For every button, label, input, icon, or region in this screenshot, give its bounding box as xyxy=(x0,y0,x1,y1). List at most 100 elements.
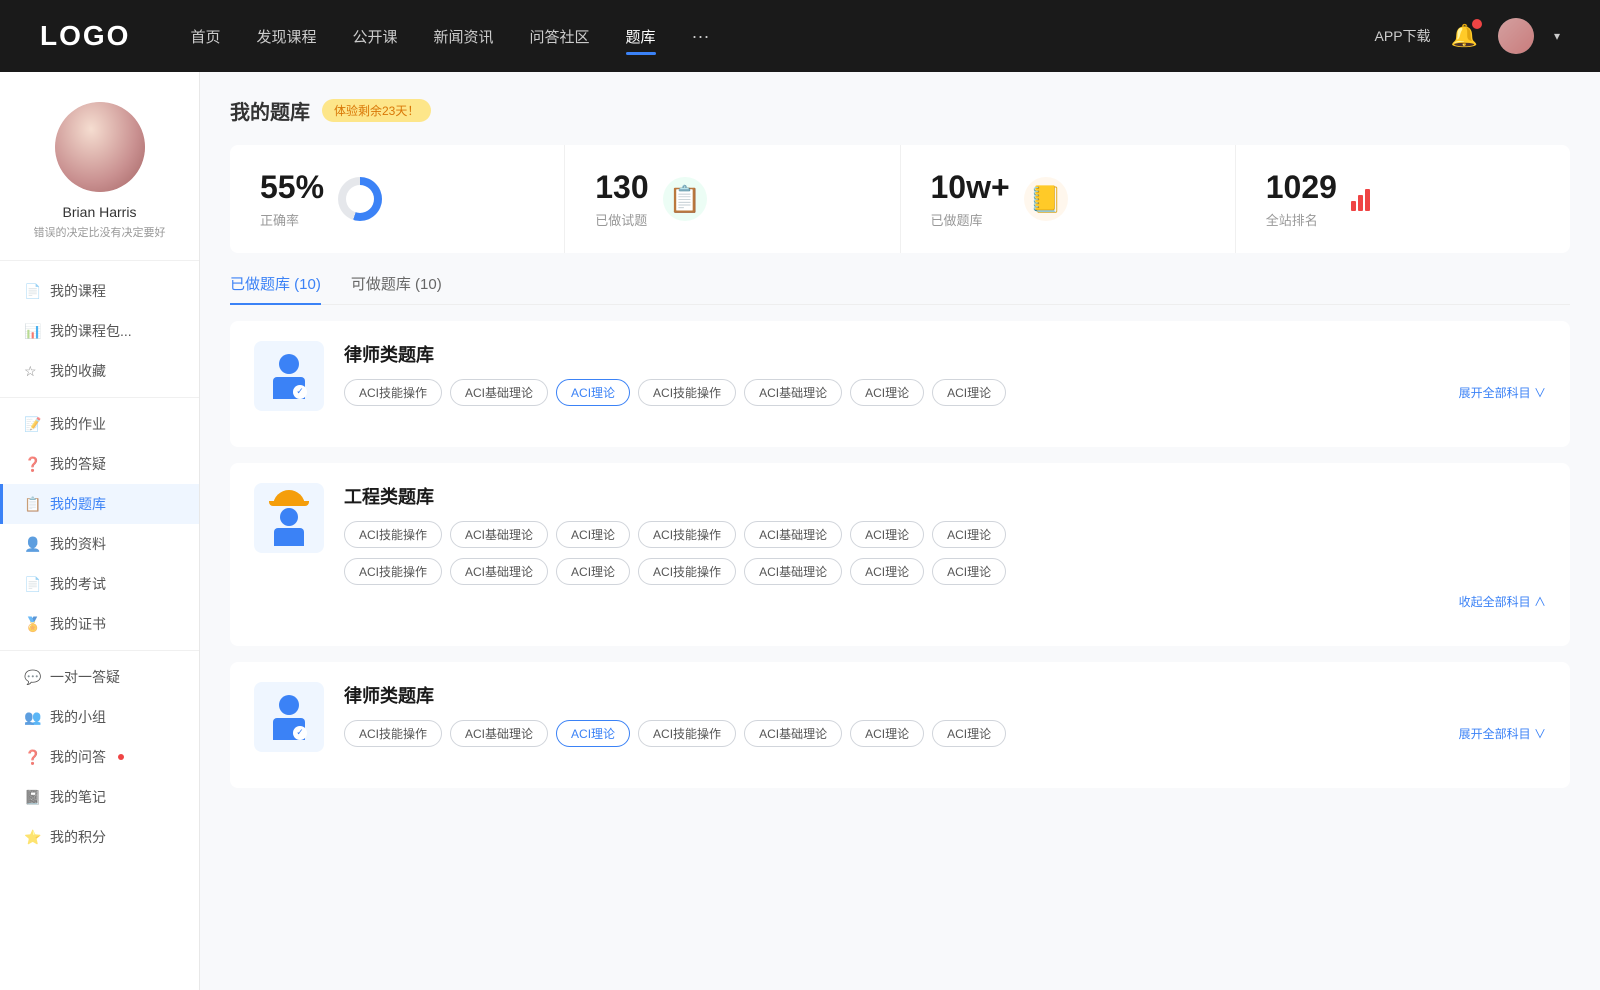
tag-item[interactable]: ACI技能操作 xyxy=(344,720,442,747)
groups-icon: 👥 xyxy=(24,709,40,726)
nav-question-bank[interactable]: 题库 xyxy=(626,22,656,51)
avatar-dropdown-arrow[interactable]: ▾ xyxy=(1554,29,1560,43)
sidebar-item-label: 我的收藏 xyxy=(50,361,106,381)
tag-item[interactable]: ACI技能操作 xyxy=(638,521,736,548)
avatar-image xyxy=(55,102,145,192)
tag-item[interactable]: ACI技能操作 xyxy=(638,720,736,747)
stat-accuracy: 55% 正确率 xyxy=(230,145,565,253)
homework-icon: 📝 xyxy=(24,416,40,433)
bar-3 xyxy=(1365,189,1370,211)
avatar[interactable] xyxy=(1498,18,1534,54)
tag-item[interactable]: ACI技能操作 xyxy=(344,521,442,548)
bar-2 xyxy=(1358,195,1363,211)
sidebar-item-label: 我的课程包... xyxy=(50,321,132,341)
lawyer-icon: ✓ xyxy=(273,354,305,399)
bank-icon-wrap-engineer xyxy=(254,483,324,553)
tags-row-1: ACI技能操作 ACI基础理论 ACI理论 ACI技能操作 ACI基础理论 AC… xyxy=(344,379,1546,406)
engineer-head xyxy=(280,508,298,526)
profile-name: Brian Harris xyxy=(63,204,137,220)
tag-item[interactable]: ACI基础理论 xyxy=(744,720,842,747)
app-download-button[interactable]: APP下载 xyxy=(1375,26,1431,46)
stat-text-banks: 10w+ 已做题库 xyxy=(931,169,1010,229)
profile-avatar[interactable] xyxy=(55,102,145,192)
trial-badge: 体验剩余23天！ xyxy=(322,99,431,122)
page-header: 我的题库 体验剩余23天！ xyxy=(230,96,1570,125)
tag-item[interactable]: ACI基础理论 xyxy=(450,379,548,406)
logo: LOGO xyxy=(40,20,130,52)
collapse-link[interactable]: 收起全部科目 ∧ xyxy=(344,593,1546,610)
nav-discover[interactable]: 发现课程 xyxy=(256,22,316,51)
tag-item[interactable]: ACI理论 xyxy=(932,379,1006,406)
bank-title: 工程类题库 xyxy=(344,483,1546,509)
lawyer-head xyxy=(279,354,299,374)
notification-bell[interactable]: 🔔 xyxy=(1451,23,1478,49)
tag-item[interactable]: ACI技能操作 xyxy=(344,558,442,585)
nav-more[interactable]: ··· xyxy=(692,22,710,51)
sidebar-item-certificates[interactable]: 🏅 我的证书 xyxy=(0,604,199,644)
tag-item[interactable]: ACI理论 xyxy=(932,521,1006,548)
nav-open-course[interactable]: 公开课 xyxy=(352,22,397,51)
tag-item[interactable]: ACI理论 xyxy=(556,521,630,548)
tag-item[interactable]: ACI理论 xyxy=(850,558,924,585)
courses-icon: 📄 xyxy=(24,283,40,300)
avatar-image xyxy=(1498,18,1534,54)
sidebar-item-question-bank[interactable]: 📋 我的题库 xyxy=(0,484,199,524)
notes-icon: 📓 xyxy=(24,789,40,806)
tag-item[interactable]: ACI基础理论 xyxy=(450,720,548,747)
sidebar-item-questions[interactable]: ❓ 我的问答 xyxy=(0,737,199,777)
sidebar-item-label: 一对一答疑 xyxy=(50,667,120,687)
sidebar-item-homework[interactable]: 📝 我的作业 xyxy=(0,404,199,444)
tag-item[interactable]: ACI理论 xyxy=(932,558,1006,585)
nav-news[interactable]: 新闻资讯 xyxy=(434,22,494,51)
navbar: LOGO 首页 发现课程 公开课 新闻资讯 问答社区 题库 ··· APP下载 … xyxy=(0,0,1600,72)
tag-item[interactable]: ACI基础理论 xyxy=(744,558,842,585)
sidebar-item-label: 我的证书 xyxy=(50,614,106,634)
bank-title-area: 律师类题库 ACI技能操作 ACI基础理论 ACI理论 ACI技能操作 ACI基… xyxy=(344,341,1546,406)
stat-text-accuracy: 55% 正确率 xyxy=(260,169,324,229)
nav-menu: 首页 发现课程 公开课 新闻资讯 问答社区 题库 ··· xyxy=(190,22,1374,51)
sidebar-item-groups[interactable]: 👥 我的小组 xyxy=(0,697,199,737)
tag-item[interactable]: ACI基础理论 xyxy=(450,521,548,548)
tags-row-lawyer2: ACI技能操作 ACI基础理论 ACI理论 ACI技能操作 ACI基础理论 AC… xyxy=(344,720,1546,747)
tag-item-active[interactable]: ACI理论 xyxy=(556,379,630,406)
tag-item[interactable]: ACI理论 xyxy=(850,521,924,548)
sidebar-item-my-profile[interactable]: 👤 我的资料 xyxy=(0,524,199,564)
question-bank-icon: 📋 xyxy=(24,496,40,513)
lawyer-badge-2: ✓ xyxy=(293,726,307,740)
sidebar-item-1on1[interactable]: 💬 一对一答疑 xyxy=(0,657,199,697)
exams-icon: 📄 xyxy=(24,576,40,593)
sidebar-item-label: 我的作业 xyxy=(50,414,106,434)
tags-row-engineer-1: ACI技能操作 ACI基础理论 ACI理论 ACI技能操作 ACI基础理论 AC… xyxy=(344,521,1546,548)
pie-inner xyxy=(346,185,374,213)
nav-home[interactable]: 首页 xyxy=(190,22,220,51)
sidebar-item-favorites[interactable]: ☆ 我的收藏 xyxy=(0,351,199,391)
tag-item[interactable]: ACI基础理论 xyxy=(744,379,842,406)
sidebar-item-label: 我的课程 xyxy=(50,281,106,301)
sidebar-item-course-packages[interactable]: 📊 我的课程包... xyxy=(0,311,199,351)
tag-item[interactable]: ACI技能操作 xyxy=(638,379,736,406)
tag-item[interactable]: ACI技能操作 xyxy=(638,558,736,585)
tag-item[interactable]: ACI理论 xyxy=(556,558,630,585)
bank-card-engineer: 工程类题库 ACI技能操作 ACI基础理论 ACI理论 ACI技能操作 ACI基… xyxy=(230,463,1570,646)
lawyer-icon-2: ✓ xyxy=(273,695,305,740)
tag-item[interactable]: ACI理论 xyxy=(932,720,1006,747)
nav-qa[interactable]: 问答社区 xyxy=(530,22,590,51)
sidebar-item-exams[interactable]: 📄 我的考试 xyxy=(0,564,199,604)
tag-item[interactable]: ACI基础理论 xyxy=(744,521,842,548)
tab-available-banks[interactable]: 可做题库 (10) xyxy=(351,273,442,304)
sidebar-item-my-qa[interactable]: ❓ 我的答疑 xyxy=(0,444,199,484)
tab-done-banks[interactable]: 已做题库 (10) xyxy=(230,273,321,304)
sidebar-item-notes[interactable]: 📓 我的笔记 xyxy=(0,777,199,817)
tag-item-active[interactable]: ACI理论 xyxy=(556,720,630,747)
bank-title-lawyer2: 律师类题库 xyxy=(344,682,1546,708)
profile-motto: 错误的决定比没有决定要好 xyxy=(24,224,176,240)
tag-item[interactable]: ACI技能操作 xyxy=(344,379,442,406)
bar-1 xyxy=(1351,201,1356,211)
expand-link-lawyer2[interactable]: 展开全部科目 ∨ xyxy=(1459,721,1546,746)
tag-item[interactable]: ACI理论 xyxy=(850,720,924,747)
tag-item[interactable]: ACI理论 xyxy=(850,379,924,406)
sidebar-item-points[interactable]: ⭐ 我的积分 xyxy=(0,817,199,857)
expand-link[interactable]: 展开全部科目 ∨ xyxy=(1459,380,1546,405)
tag-item[interactable]: ACI基础理论 xyxy=(450,558,548,585)
sidebar-item-my-courses[interactable]: 📄 我的课程 xyxy=(0,271,199,311)
